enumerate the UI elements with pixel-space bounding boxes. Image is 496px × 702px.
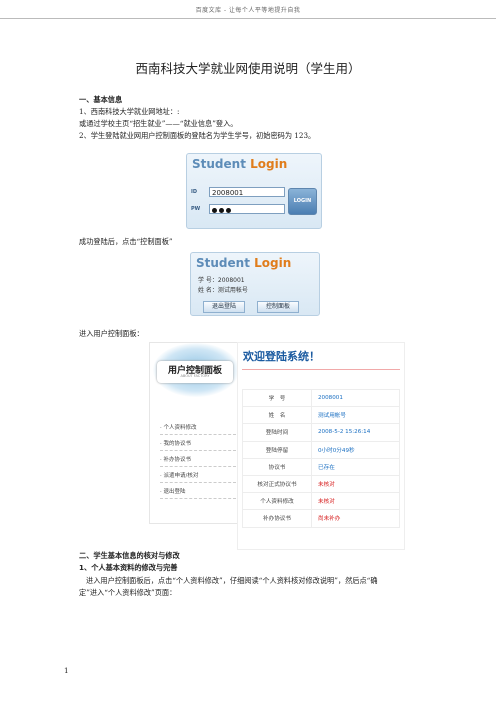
table-row: 协议书 已存在 (242, 457, 400, 476)
s2-para-line2: 定”进入“个人资料修改”页面： (79, 588, 177, 597)
login-title: Student Login (192, 157, 288, 171)
logged-in-box: Student Login 学 号：2008001 姓 名：测试用帐号 退出登陆… (190, 252, 320, 316)
after-login-text: 成功登陆后，点击“控制面板” (79, 237, 173, 246)
login-title: Student Login (196, 256, 292, 270)
user-control-panel: 用户控制面板 ABOUT FACTORY · 个人资料修改 · 我的协议书 · … (149, 342, 243, 524)
welcome-panel: 欢迎登陆系统！ 学 号 2008001 姓 名测试用帐号 登陆时间 2008-5-2… (237, 342, 405, 550)
welcome-heading: 欢迎登陆系统！ (243, 350, 320, 363)
table-row: 补办协议书 尚未补办 (242, 509, 400, 528)
menu-item-my-agreement[interactable]: · 我的协议书 (160, 439, 236, 451)
panel-title-box: 用户控制面板 ABOUT FACTORY (157, 361, 233, 383)
s1-line1: 1、西南科技大学就业网地址：: (79, 107, 180, 116)
id-input[interactable]: 2008001 (209, 187, 285, 197)
s1-line2: 或通过学校主页“招生就业”——“就业信息”登入。 (79, 119, 238, 128)
table-row: 登陆时间 2008-5-2 15:26:14 (242, 423, 400, 442)
table-row: 学 号 2008001 (242, 388, 400, 408)
logout-button[interactable]: 退出登陆 (203, 301, 245, 313)
page-header: 百度文库 - 让每个人平等地提升自我 (0, 0, 496, 19)
student-name: 姓 名：测试用帐号 (198, 287, 248, 294)
password-input[interactable] (209, 204, 285, 214)
menu-item-logout[interactable]: · 退出登陆 (160, 487, 236, 499)
s1-line3: 2、学生登陆就业网用户控制面板的登陆名为学生学号，初始密码为 123。 (79, 131, 316, 140)
section2-heading: 二、学生基本信息的核对与修改 (79, 551, 180, 560)
student-number: 学 号：2008001 (198, 277, 245, 284)
enter-panel-text: 进入用户控制面板： (79, 329, 144, 338)
section2-subheading: 1、个人基本资料的修改与完善 (79, 563, 178, 572)
table-row: 核对正式协议书 未核对 (242, 474, 400, 494)
table-row: 登陆停留 0小时0分49秒 (242, 440, 400, 459)
login-button[interactable]: LOGIN (288, 188, 317, 215)
header-text: 百度文库 - 让每个人平等地提升自我 (195, 7, 301, 14)
pw-label: PW (191, 206, 201, 212)
menu-item-reissue-agreement[interactable]: · 补办协议书 (160, 455, 236, 467)
menu-item-profile-edit[interactable]: · 个人资料修改 (160, 423, 236, 435)
table-row: 个人资料修改 未核对 (242, 492, 400, 511)
student-login-box: Student Login ID 2008001 PW LOGIN (186, 153, 322, 229)
id-label: ID (191, 189, 198, 195)
document-title: 西南科技大学就业网使用说明（学生用） (135, 61, 361, 76)
control-panel-button[interactable]: 控制面板 (257, 301, 299, 313)
panel-subtitle: ABOUT FACTORY (180, 374, 210, 378)
table-row: 姓 名测试用帐号 (242, 406, 400, 425)
divider (242, 369, 400, 370)
section1-heading: 一、基本信息 (79, 95, 123, 104)
page-number: 1 (64, 666, 69, 675)
menu-item-dispatch[interactable]: · 派遣申请/核对 (160, 471, 236, 483)
s2-para-line1: 进入用户控制面板后，点击“个人资料修改”，仔细阅读“个人资料核对修改说明”，然后… (86, 576, 378, 585)
info-table: 学 号 2008001 姓 名测试用帐号 登陆时间 2008-5-2 15:26:1… (242, 388, 400, 528)
